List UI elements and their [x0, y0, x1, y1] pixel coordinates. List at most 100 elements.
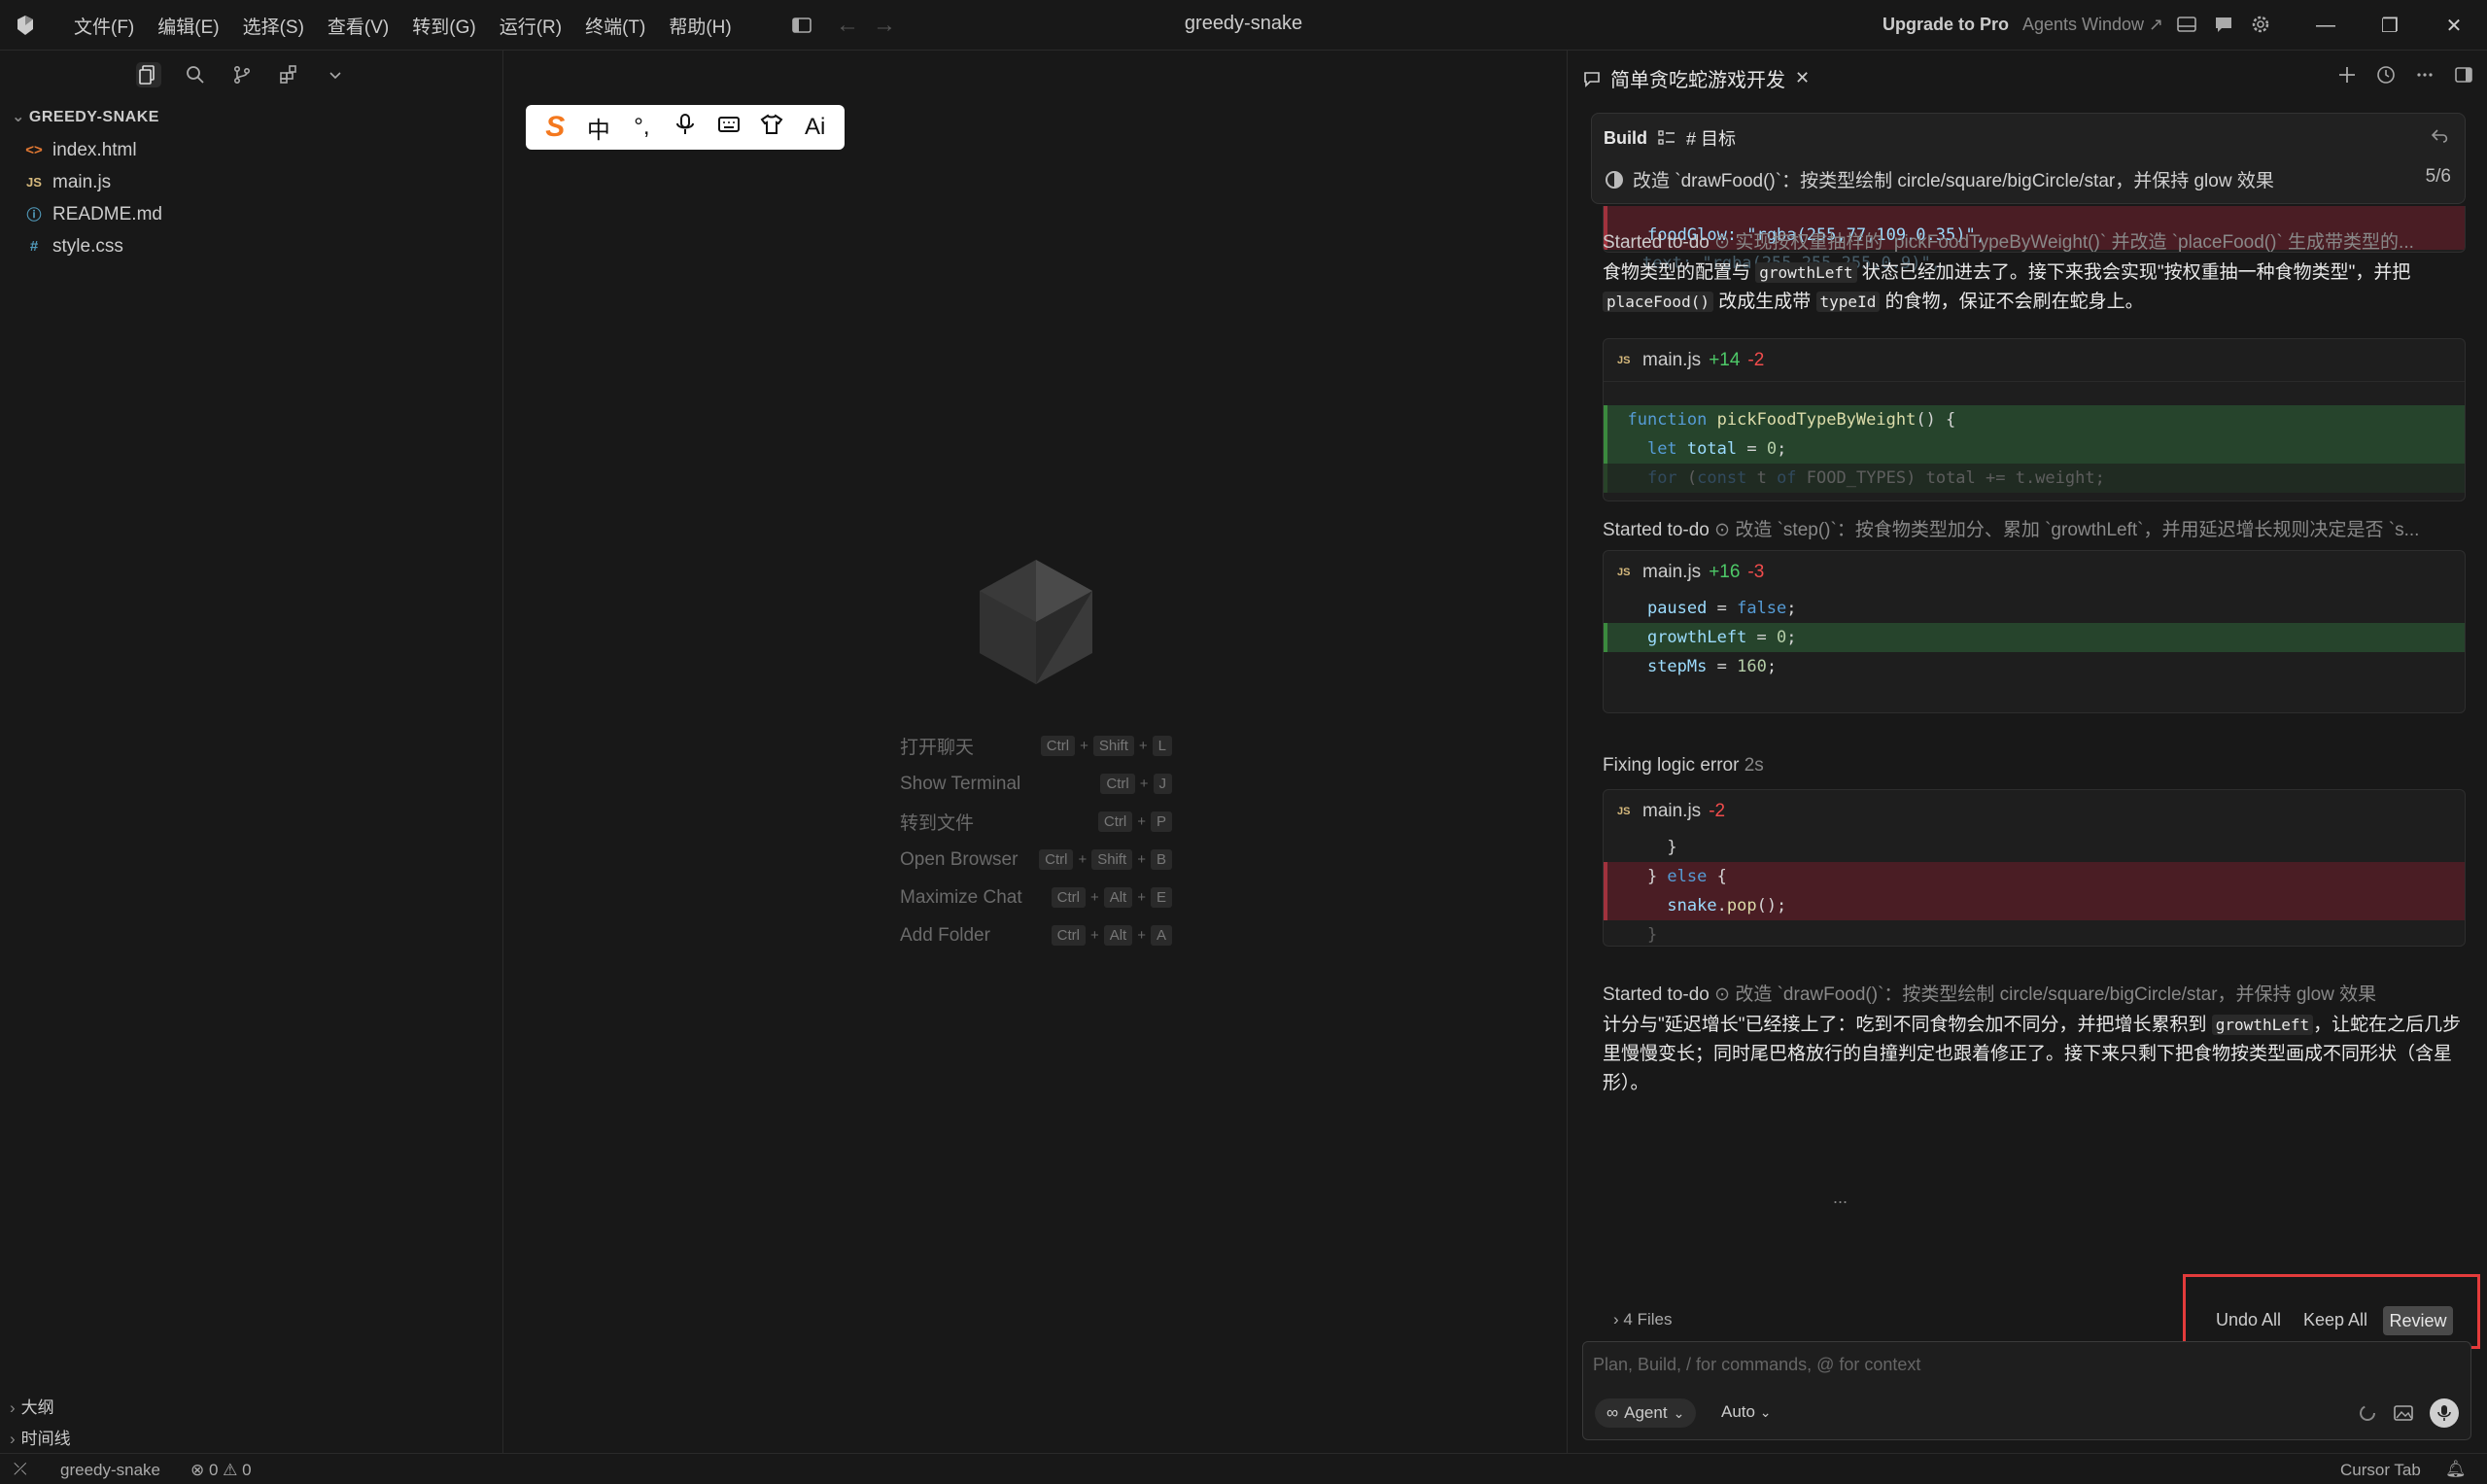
toggle-panel-icon[interactable] [2453, 64, 2474, 86]
undo-arrow-icon[interactable] [2430, 125, 2451, 147]
explorer-root-folder[interactable]: ⌄ GREEDY-SNAKE [12, 107, 159, 126]
new-chat-plus-icon[interactable] [2336, 64, 2358, 86]
explorer-sidebar: ⌄ GREEDY-SNAKE <> index.html JS main.js ⓘ… [0, 51, 503, 1453]
status-bar: ⤫ greedy-snake ⊗ 0 ⚠ 0 Cursor Tab 🔔︎ [0, 1453, 2487, 1484]
ime-punctuation-button[interactable]: °, [626, 114, 657, 141]
extensions-icon[interactable] [276, 62, 301, 87]
chevron-down-icon: ⌄ [1759, 1404, 1772, 1420]
key-cap: Ctrl [1051, 887, 1086, 908]
diff-card-header[interactable]: JS main.js -2 [1604, 790, 2465, 833]
message-more-icon[interactable]: ... [1833, 1188, 1848, 1208]
diff-card-header[interactable]: JS main.js +16 -3 [1604, 551, 2465, 594]
keyboard-icon[interactable] [713, 114, 744, 141]
settings-gear-icon[interactable] [2249, 13, 2272, 36]
files-summary-toggle[interactable]: › 4 Files [1613, 1310, 1672, 1329]
file-item-index-html[interactable]: <> index.html [0, 134, 502, 166]
check-circle-icon: ⊙ [1714, 984, 1736, 1005]
key-cap: Ctrl [1100, 774, 1135, 794]
microphone-icon[interactable] [670, 113, 701, 143]
status-line-todo: Started to-do ⊙ 改造 `step()`：按食物类型加分、累加 `… [1603, 520, 2420, 540]
code-line: } [1607, 925, 1658, 945]
file-item-style-css[interactable]: # style.css [0, 230, 502, 262]
back-arrow-icon[interactable]: ← [836, 12, 859, 39]
menu-help[interactable]: 帮助(H) [657, 13, 743, 39]
key-separator: + [1089, 889, 1099, 906]
chat-tab[interactable]: 简单贪吃蛇游戏开发 ✕ [1583, 64, 1810, 92]
panel-toggle-icon[interactable] [2175, 13, 2198, 36]
file-item-readme[interactable]: ⓘ README.md [0, 198, 502, 230]
ai-assistant-button[interactable]: Ai [800, 114, 831, 141]
minimize-icon[interactable]: — [2294, 0, 2358, 51]
key-cap: Ctrl [1039, 849, 1074, 870]
diff-card-header[interactable]: JS main.js +14 -2 [1604, 339, 2465, 382]
timeline-section[interactable]: › 时间线 [10, 1425, 71, 1449]
menu-run[interactable]: 运行(R) [488, 13, 573, 39]
close-tab-icon[interactable]: ✕ [1795, 68, 1810, 88]
menu-selection[interactable]: 选择(S) [231, 13, 316, 39]
upgrade-to-pro-link[interactable]: Upgrade to Pro [1883, 15, 2009, 35]
shortcut-row[interactable]: Show Terminal Ctrl + J [900, 765, 1172, 803]
restore-icon[interactable]: ❐ [2358, 0, 2422, 51]
explorer-files-icon[interactable] [136, 62, 161, 87]
shortcut-label: Show Terminal [900, 773, 1021, 794]
code-line: let total = 0; [1604, 434, 2465, 464]
sogou-logo-icon[interactable]: S [539, 111, 570, 144]
forward-arrow-icon[interactable]: → [873, 12, 896, 39]
code-diff-card[interactable]: JS main.js -2 } } else { snake. pop (); } [1603, 789, 2466, 947]
keep-all-button[interactable]: Keep All [2303, 1310, 2367, 1330]
key-separator: + [1138, 738, 1148, 754]
shortcut-row[interactable]: Open Browser Ctrl + Shift + B [900, 841, 1172, 879]
key-cap: A [1150, 925, 1172, 946]
chat-transcript[interactable]: foodGlow: "rgba(255,77,109,0.35)", text:… [1568, 206, 2487, 1265]
outline-section[interactable]: › 大纲 [10, 1394, 54, 1418]
build-label: Build [1604, 127, 1647, 148]
model-select[interactable]: Auto ⌄ [1721, 1402, 1771, 1422]
menu-file[interactable]: 文件(F) [62, 13, 146, 39]
chevron-down-icon[interactable] [323, 62, 348, 87]
file-name: main.js [52, 171, 112, 192]
source-control-icon[interactable] [229, 62, 255, 87]
remote-icon[interactable]: ⤫ [14, 1460, 27, 1479]
key-cap: E [1150, 887, 1172, 908]
chat-input[interactable] [1593, 1350, 2448, 1379]
branch-name[interactable]: greedy-snake [60, 1461, 160, 1480]
skin-shirt-icon[interactable] [756, 114, 787, 142]
shortcut-keys: Ctrl + Alt + A [1051, 925, 1172, 946]
agents-window-link[interactable]: Agents Window ↗ [2022, 15, 2163, 35]
input-actions [2358, 1398, 2459, 1428]
microphone-icon[interactable] [2430, 1398, 2459, 1428]
problems-indicator[interactable]: ⊗ 0 ⚠ 0 [190, 1461, 252, 1480]
ime-chinese-mode-button[interactable]: 中 [583, 111, 614, 145]
shortcut-row[interactable]: 转到文件 Ctrl + P [900, 803, 1172, 841]
shortcut-row[interactable]: 打开聊天 Ctrl + Shift + L [900, 727, 1172, 765]
more-options-icon[interactable] [2414, 64, 2435, 86]
chevron-down-icon: ⌄ [12, 109, 25, 125]
window-controls: — ❐ ✕ [2294, 0, 2486, 51]
menu-terminal[interactable]: 终端(T) [573, 13, 657, 39]
lines-removed: -2 [1747, 349, 1765, 370]
menu-view[interactable]: 查看(V) [316, 13, 400, 39]
check-circle-icon: ⊙ [1714, 232, 1736, 253]
file-item-main-js[interactable]: JS main.js [0, 166, 502, 198]
todo-header[interactable]: Build # 目标 改造 `drawFood()`：按类型绘制 circle/… [1591, 113, 2466, 204]
shortcut-row[interactable]: Add Folder Ctrl + Alt + A [900, 916, 1172, 954]
search-icon[interactable] [183, 62, 208, 87]
shortcut-hints: 打开聊天 Ctrl + Shift + L Show Terminal Ctrl + J 转到文件 C… [900, 727, 1172, 954]
close-window-icon[interactable]: ✕ [2422, 0, 2486, 51]
code-diff-card[interactable]: JS main.js +16 -3 paused = false; growth… [1603, 550, 2466, 713]
shortcut-row[interactable]: Maximize Chat Ctrl + Alt + E [900, 879, 1172, 916]
history-clock-icon[interactable] [2375, 64, 2397, 86]
menu-edit[interactable]: 编辑(E) [146, 13, 230, 39]
image-attach-icon[interactable] [2393, 1403, 2414, 1423]
menu-go[interactable]: 转到(G) [400, 13, 487, 39]
notification-bell-icon[interactable]: 🔔︎ [2445, 1460, 2467, 1479]
code-line: growthLeft = 0; [1604, 623, 2465, 652]
chat-icon[interactable] [2212, 13, 2235, 36]
agent-mode-select[interactable]: ∞ Agent ⌄ [1595, 1398, 1697, 1428]
code-diff-card[interactable]: JS main.js +14 -2 function pickFoodTypeB… [1603, 338, 2466, 501]
review-button[interactable]: Review [2383, 1306, 2453, 1335]
cursor-tab-status[interactable]: Cursor Tab [2340, 1461, 2421, 1480]
undo-all-button[interactable]: Undo All [2216, 1310, 2281, 1330]
sidebar-toggle-icon[interactable] [791, 15, 812, 36]
